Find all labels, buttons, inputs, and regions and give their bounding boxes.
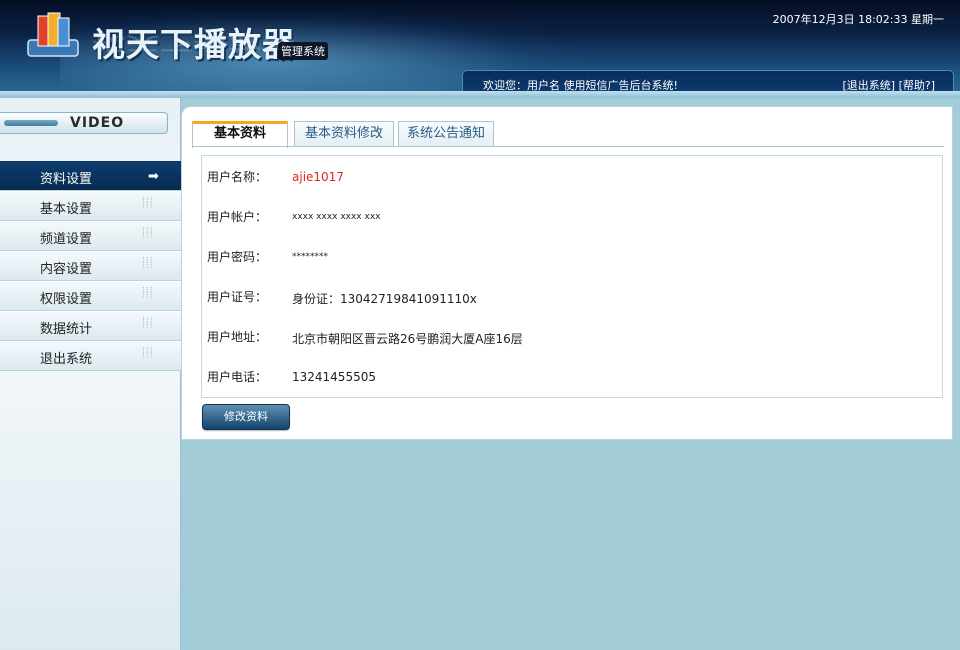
sidebar-item-content-settings[interactable]: 内容设置 ⁝⁝⁝ ⁝⁝⁝: [0, 251, 181, 281]
sidebar-item-label: 资料设置: [40, 172, 93, 187]
sidebar-item-statistics[interactable]: 数据统计 ⁝⁝⁝ ⁝⁝⁝: [0, 311, 181, 341]
sidebar-title-text: VIDEO: [70, 115, 125, 131]
sidebar-title-pill: [4, 120, 58, 126]
profile-row-phone: 用户电话： 13241455505: [202, 356, 942, 396]
dots-grip-icon: ⁝⁝⁝ ⁝⁝⁝: [142, 286, 154, 301]
system-badge: 管理系统: [278, 42, 328, 60]
header-band: [0, 91, 960, 98]
sidebar-item-permission-settings[interactable]: 权限设置 ⁝⁝⁝ ⁝⁝⁝: [0, 281, 181, 311]
field-label: 用户电话：: [207, 370, 268, 384]
sidebar-item-label: 基本设置: [40, 202, 93, 217]
header: 视天下播放器 视天下播放器 管理系统 2007年12月3日 18:02:33 星…: [0, 0, 960, 98]
dots-grip-icon: ⁝⁝⁝ ⁝⁝⁝: [142, 256, 154, 271]
dots-grip-icon: ⁝⁝⁝ ⁝⁝⁝: [142, 316, 154, 331]
id-number-value: 身份证：13042719841091110x: [292, 292, 477, 306]
dots-grip-icon: ⁝⁝⁝ ⁝⁝⁝: [142, 196, 154, 211]
profile-row-id-number: 用户证号： 身份证：13042719841091110x: [202, 276, 942, 316]
sidebar-item-label: 频道设置: [40, 232, 93, 247]
logo-title-reflection: 视天下播放器: [92, 32, 296, 55]
username-value: ajie1017: [292, 170, 344, 184]
sidebar-title: VIDEO: [0, 112, 168, 134]
field-label: 用户名称：: [207, 170, 268, 184]
password-value: ********: [292, 252, 328, 262]
profile-row-username: 用户名称： ajie1017: [202, 156, 942, 196]
sidebar-item-label: 权限设置: [40, 292, 93, 307]
tab-basic-info[interactable]: 基本资料: [192, 121, 288, 148]
field-label: 用户帐户：: [207, 210, 268, 224]
main-panel: 基本资料 基本资料修改 系统公告通知 用户名称： ajie1017 用户帐户： …: [181, 106, 953, 440]
field-label: 用户地址：: [207, 330, 268, 344]
tab-system-notices[interactable]: 系统公告通知: [398, 121, 494, 147]
dots-grip-icon: ⁝⁝⁝ ⁝⁝⁝: [142, 226, 154, 241]
profile-row-address: 用户地址： 北京市朝阳区晋云路26号鹏润大厦A座16层: [202, 316, 942, 356]
field-label: 用户证号：: [207, 290, 268, 304]
phone-value: 13241455505: [292, 370, 376, 384]
sidebar-menu: 资料设置 ➡ 基本设置 ⁝⁝⁝ ⁝⁝⁝ 频道设置 ⁝⁝⁝ ⁝⁝⁝ 内容设置 ⁝⁝⁝ ⁝…: [0, 161, 181, 371]
sidebar-item-exit-system[interactable]: 退出系统 ⁝⁝⁝ ⁝⁝⁝: [0, 341, 181, 371]
profile-row-account: 用户帐户： xxxx xxxx xxxx xxx: [202, 196, 942, 236]
tab-underline: [192, 146, 944, 147]
sidebar-item-label: 内容设置: [40, 262, 93, 277]
sidebar-item-basic-settings[interactable]: 基本设置 ⁝⁝⁝ ⁝⁝⁝: [0, 191, 181, 221]
field-label: 用户密码：: [207, 250, 268, 264]
edit-profile-button[interactable]: 修改资料: [202, 404, 290, 430]
sidebar-item-profile-settings[interactable]: 资料设置 ➡: [0, 161, 181, 191]
sidebar-item-channel-settings[interactable]: 频道设置 ⁝⁝⁝ ⁝⁝⁝: [0, 221, 181, 251]
account-value: xxxx xxxx xxxx xxx: [292, 212, 381, 222]
sidebar: VIDEO 资料设置 ➡ 基本设置 ⁝⁝⁝ ⁝⁝⁝ 频道设置 ⁝⁝⁝ ⁝⁝⁝ 内容设…: [0, 98, 181, 650]
sidebar-item-label: 数据统计: [40, 322, 93, 337]
tab-edit-basic-info[interactable]: 基本资料修改: [294, 121, 394, 147]
datetime: 2007年12月3日 18:02:33 星期一: [772, 13, 944, 26]
profile-row-password: 用户密码： ********: [202, 236, 942, 276]
sidebar-item-label: 退出系统: [40, 352, 93, 367]
dots-grip-icon: ⁝⁝⁝ ⁝⁝⁝: [142, 346, 154, 361]
arrow-right-icon: ➡: [148, 169, 159, 184]
books-logo-icon: [27, 12, 79, 57]
address-value: 北京市朝阳区晋云路26号鹏润大厦A座16层: [292, 332, 523, 346]
profile-info-box: 用户名称： ajie1017 用户帐户： xxxx xxxx xxxx xxx …: [201, 155, 943, 398]
